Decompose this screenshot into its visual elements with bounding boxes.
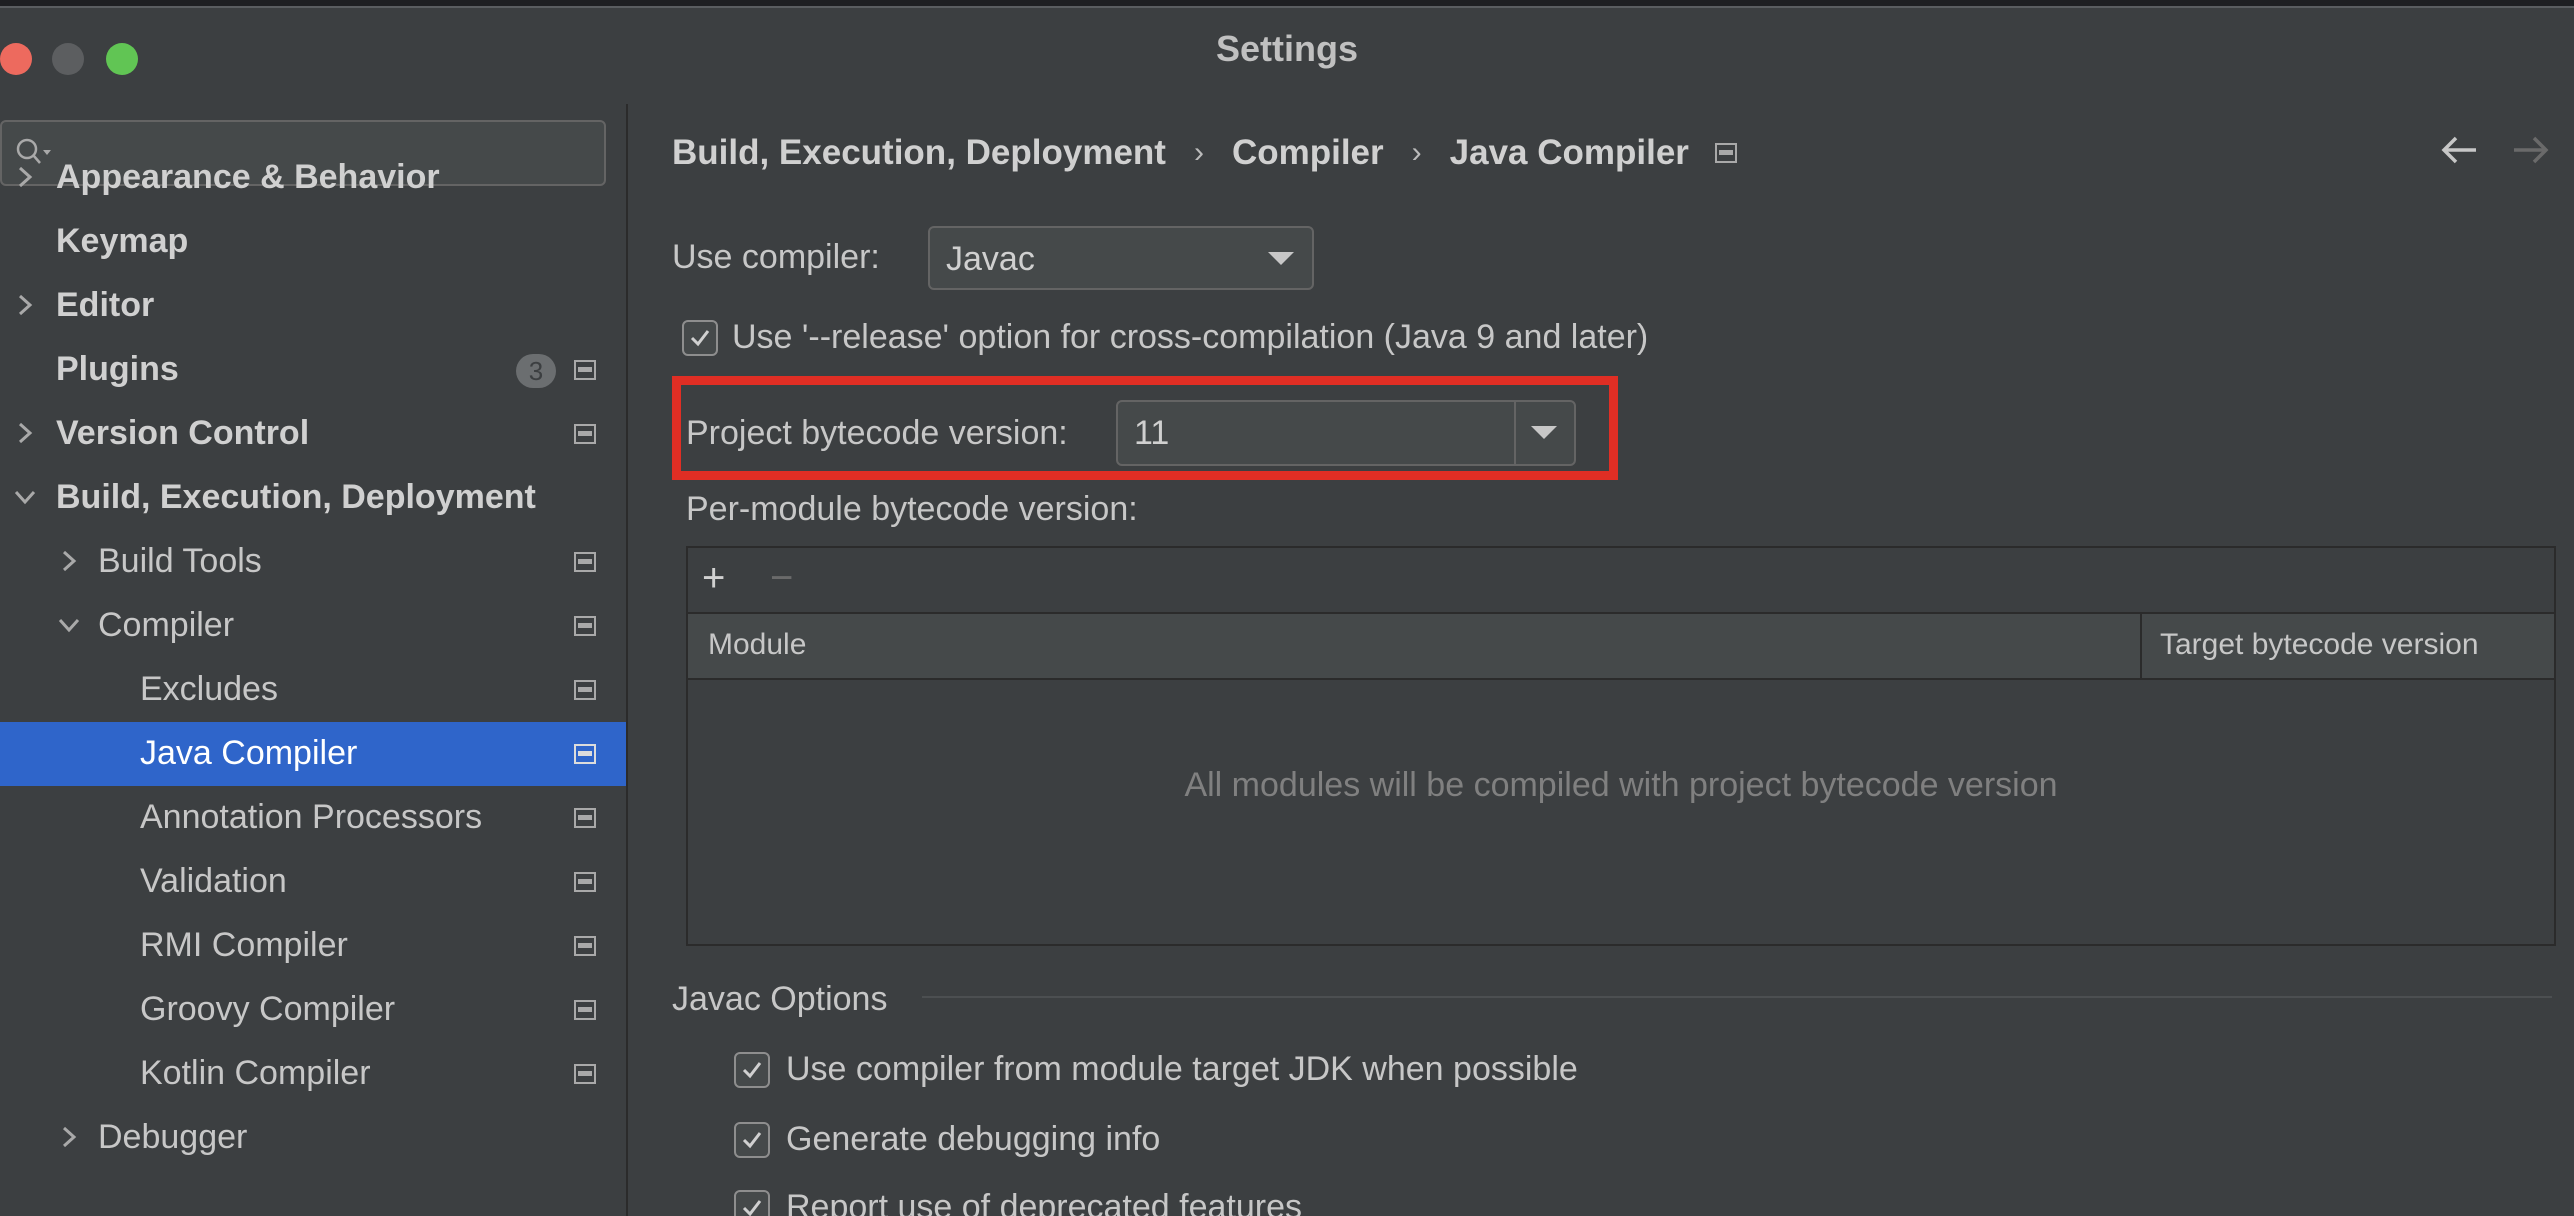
back-arrow-icon[interactable]: [2438, 130, 2482, 170]
breadcrumb-item[interactable]: Build, Execution, Deployment: [672, 133, 1166, 173]
top-border: [0, 0, 2574, 8]
sidebar-item-editor[interactable]: Editor: [0, 274, 626, 338]
release-option-label: Use '--release' option for cross-compila…: [732, 318, 1649, 356]
table-empty-text: All modules will be compiled with projec…: [1184, 766, 2058, 804]
settings-sidebar: Appearance & Behavior Keymap Editor Plug…: [0, 104, 628, 1216]
deprecated-features-checkbox[interactable]: [734, 1190, 770, 1216]
use-compiler-value: Javac: [946, 240, 1035, 278]
project-level-icon: [574, 360, 596, 380]
sidebar-item-appearance[interactable]: Appearance & Behavior: [0, 146, 626, 210]
chevron-right-icon: [62, 1126, 77, 1148]
sidebar-item-compiler[interactable]: Compiler: [0, 594, 626, 658]
use-module-jdk-label: Use compiler from module target JDK when…: [786, 1050, 1578, 1088]
chevron-right-icon: [18, 422, 33, 444]
plugins-count-badge: 3: [516, 354, 556, 388]
sidebar-item-label: Excludes: [140, 670, 278, 708]
sidebar-item-label: Build, Execution, Deployment: [56, 478, 536, 516]
sidebar-item-label: Appearance & Behavior: [56, 158, 440, 196]
section-divider: [922, 996, 2552, 998]
project-level-icon: [574, 936, 596, 956]
sidebar-item-label: Groovy Compiler: [140, 990, 396, 1028]
use-compiler-dropdown[interactable]: Javac: [928, 226, 1314, 290]
project-level-icon: [574, 872, 596, 892]
sidebar-item-excludes[interactable]: Excludes: [0, 658, 626, 722]
sidebar-item-build-execution-deployment[interactable]: Build, Execution, Deployment: [0, 466, 626, 530]
chevron-right-icon: [62, 550, 77, 572]
table-toolbar: + −: [688, 548, 2554, 612]
breadcrumb-item[interactable]: Compiler: [1232, 133, 1384, 173]
sidebar-item-rmi-compiler[interactable]: RMI Compiler: [0, 914, 626, 978]
sidebar-item-label: Plugins: [56, 350, 179, 388]
chevron-down-icon: [14, 490, 36, 505]
remove-module-button[interactable]: −: [770, 558, 810, 598]
sidebar-item-label: Editor: [56, 286, 155, 324]
column-divider[interactable]: [2140, 614, 2142, 678]
debug-info-checkbox[interactable]: [734, 1122, 770, 1158]
sidebar-item-label: Version Control: [56, 414, 310, 452]
project-level-icon: [574, 552, 596, 572]
project-level-icon: [574, 1064, 596, 1084]
sidebar-item-label: Compiler: [98, 606, 235, 644]
per-module-label: Per-module bytecode version:: [686, 490, 1138, 528]
checkmark-icon: [742, 1200, 762, 1216]
project-level-icon: [574, 424, 596, 444]
sidebar-item-kotlin-compiler[interactable]: Kotlin Compiler: [0, 1042, 626, 1106]
sidebar-item-groovy-compiler[interactable]: Groovy Compiler: [0, 978, 626, 1042]
highlight-box: [672, 376, 1618, 480]
checkmark-icon: [742, 1132, 762, 1149]
sidebar-item-java-compiler[interactable]: Java Compiler: [0, 722, 626, 786]
checkmark-icon: [742, 1062, 762, 1079]
table-header: Module Target bytecode version: [688, 612, 2554, 680]
forward-arrow-icon[interactable]: [2508, 130, 2552, 170]
breadcrumb: Build, Execution, Deployment › Compiler …: [672, 128, 1737, 178]
breadcrumb-separator: ›: [1193, 136, 1204, 169]
column-header-target-bytecode[interactable]: Target bytecode version: [2160, 628, 2479, 662]
project-level-icon: [574, 808, 596, 828]
chevron-right-icon: [18, 294, 33, 316]
chevron-down-icon: [58, 618, 80, 633]
project-level-icon: [574, 744, 596, 764]
release-option-checkbox[interactable]: [682, 320, 718, 356]
deprecated-features-label: Report use of deprecated features: [786, 1188, 1302, 1216]
javac-options-title: Javac Options: [672, 980, 888, 1018]
sidebar-item-label: Kotlin Compiler: [140, 1054, 371, 1092]
sidebar-item-debugger[interactable]: Debugger: [0, 1106, 626, 1170]
project-level-icon: [574, 680, 596, 700]
sidebar-item-label: Java Compiler: [140, 734, 358, 772]
chevron-down-icon: [1268, 252, 1294, 265]
window-title: Settings: [1215, 28, 1358, 69]
checkmark-icon: [690, 330, 710, 347]
sidebar-item-plugins[interactable]: Plugins 3: [0, 338, 626, 402]
column-header-module[interactable]: Module: [708, 628, 806, 662]
debug-info-label: Generate debugging info: [786, 1120, 1161, 1158]
sidebar-item-version-control[interactable]: Version Control: [0, 402, 626, 466]
sidebar-item-keymap[interactable]: Keymap: [0, 210, 626, 274]
project-level-icon: [574, 616, 596, 636]
sidebar-item-label: Build Tools: [98, 542, 262, 580]
breadcrumb-separator: ›: [1411, 136, 1422, 169]
sidebar-item-validation[interactable]: Validation: [0, 850, 626, 914]
use-compiler-label: Use compiler:: [672, 238, 880, 276]
chevron-right-icon: [18, 166, 33, 188]
settings-window: Settings Appearance & Behavior Keymap Ed…: [0, 0, 2574, 1216]
add-module-button[interactable]: +: [702, 558, 742, 598]
title-bar: Settings: [0, 8, 2574, 104]
breadcrumb-item: Java Compiler: [1449, 133, 1689, 172]
project-level-icon: [1714, 143, 1737, 163]
sidebar-item-annotation-processors[interactable]: Annotation Processors: [0, 786, 626, 850]
use-module-jdk-checkbox[interactable]: [734, 1052, 770, 1088]
module-bytecode-table: + − Module Target bytecode version All m…: [686, 546, 2556, 946]
sidebar-item-label: Annotation Processors: [140, 798, 483, 836]
project-level-icon: [574, 1000, 596, 1020]
sidebar-item-label: Keymap: [56, 222, 189, 260]
sidebar-item-label: Debugger: [98, 1118, 248, 1156]
sidebar-item-build-tools[interactable]: Build Tools: [0, 530, 626, 594]
sidebar-item-label: RMI Compiler: [140, 926, 348, 964]
sidebar-item-label: Validation: [140, 862, 287, 900]
